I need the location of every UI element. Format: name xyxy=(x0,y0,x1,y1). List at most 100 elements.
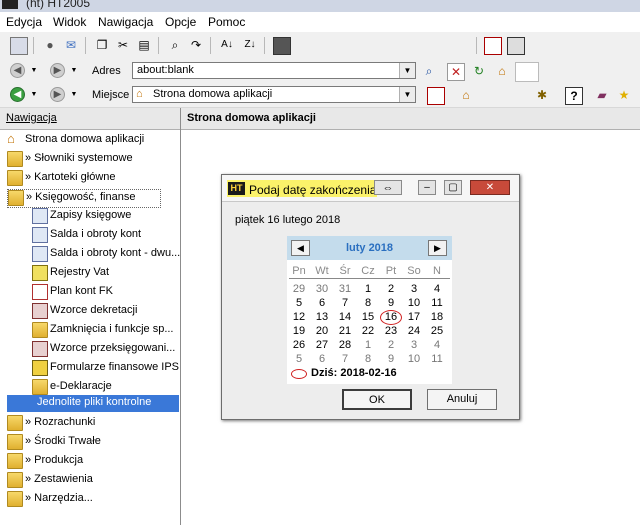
favorites-star-icon[interactable]: ★ xyxy=(616,87,632,103)
calendar-day-other-month[interactable]: 30 xyxy=(311,283,333,295)
nav-item-ksiegowosc[interactable]: » Księgowość, finanse xyxy=(7,189,161,208)
send-mail-icon[interactable]: ✉ xyxy=(63,37,79,53)
address-input[interactable]: about:blank ▼ xyxy=(132,62,416,79)
nav-back-dropdown-icon[interactable]: ▼ xyxy=(26,87,42,103)
paste-icon[interactable]: ▤ xyxy=(136,37,152,53)
find-next-icon[interactable]: ↷ xyxy=(188,37,204,53)
nav-back-icon[interactable]: ◀ xyxy=(10,87,25,102)
calendar-day[interactable]: 22 xyxy=(357,325,379,337)
back-dropdown-icon[interactable]: ▼ xyxy=(26,63,42,79)
tools-icon[interactable]: ✱ xyxy=(534,87,550,103)
menu-widok[interactable]: Widok xyxy=(53,15,86,29)
calendar-day[interactable]: 13 xyxy=(311,311,333,323)
close-icon[interactable]: ✕ xyxy=(470,180,510,195)
cut-icon[interactable]: ✂ xyxy=(115,37,131,53)
home-icon[interactable]: ⌂ xyxy=(494,63,510,79)
calendar-day[interactable]: 7 xyxy=(334,297,356,309)
calendar-day-other-month[interactable]: 3 xyxy=(403,339,425,351)
calendar-day[interactable]: 4 xyxy=(426,283,448,295)
calendar-day[interactable]: 20 xyxy=(311,325,333,337)
window-title: (ht) HT2005 xyxy=(26,0,91,10)
calendar-day[interactable]: 18 xyxy=(426,311,448,323)
calendar-day[interactable]: 6 xyxy=(311,297,333,309)
resize-icon[interactable]: ⇔ xyxy=(374,180,402,195)
tree-view-icon[interactable] xyxy=(484,37,502,55)
calendar-day-other-month[interactable]: 1 xyxy=(357,339,379,351)
minimize-icon[interactable]: – xyxy=(418,180,436,195)
maximize-icon[interactable]: ▢ xyxy=(444,180,462,195)
forward-dropdown-icon[interactable]: ▼ xyxy=(66,63,82,79)
next-month-icon[interactable]: ▶ xyxy=(428,240,447,256)
menu-edycja[interactable]: Edycja xyxy=(6,15,42,29)
weekday-header: Wt xyxy=(315,265,329,277)
calendar-day[interactable]: 2 xyxy=(380,283,402,295)
nav-item-jpk[interactable]: Jednolite pliki kontrolne xyxy=(7,395,179,412)
calendar-day[interactable]: 5 xyxy=(288,297,310,309)
menu-opcje[interactable]: Opcje xyxy=(165,15,196,29)
nav-forward-icon[interactable]: ▶ xyxy=(50,87,65,102)
calendar-day-other-month[interactable]: 29 xyxy=(288,283,310,295)
calendar-day[interactable]: 15 xyxy=(357,311,379,323)
nav-home-icon[interactable]: ⌂ xyxy=(458,87,474,103)
nav-tree-icon[interactable] xyxy=(427,87,445,105)
place-input[interactable]: ⌂ Strona domowa aplikacji ▼ xyxy=(132,86,416,103)
calendar-day-other-month[interactable]: 9 xyxy=(380,353,402,365)
calendar-day[interactable]: 12 xyxy=(288,311,310,323)
folder-icon xyxy=(7,151,23,167)
calendar-day[interactable]: 24 xyxy=(403,325,425,337)
calendar-day-other-month[interactable]: 7 xyxy=(334,353,356,365)
book-icon[interactable]: ▰ xyxy=(594,87,610,103)
menu-pomoc[interactable]: Pomoc xyxy=(208,15,245,29)
calendar-day[interactable]: 21 xyxy=(334,325,356,337)
folder-icon xyxy=(32,379,48,395)
calendar-day-other-month[interactable]: 4 xyxy=(426,339,448,351)
properties-icon[interactable] xyxy=(10,37,28,55)
calendar-day-other-month[interactable]: 11 xyxy=(426,353,448,365)
go-search-icon[interactable]: ⌕ xyxy=(421,63,437,79)
calendar-day[interactable]: 11 xyxy=(426,297,448,309)
folder-icon xyxy=(7,491,23,507)
calendar-day[interactable]: 25 xyxy=(426,325,448,337)
calendar-day[interactable]: 9 xyxy=(380,297,402,309)
calendar-day[interactable]: 3 xyxy=(403,283,425,295)
back-icon[interactable]: ◀ xyxy=(10,63,25,78)
calendar-day-other-month[interactable]: 10 xyxy=(403,353,425,365)
calendar-day[interactable]: 27 xyxy=(311,339,333,351)
sort-descending-icon[interactable]: Z↓ xyxy=(242,37,258,53)
calendar-day[interactable]: 17 xyxy=(403,311,425,323)
help-icon[interactable]: ? xyxy=(565,87,583,105)
cancel-button[interactable]: Anuluj xyxy=(427,389,497,410)
calendar-day[interactable]: 1 xyxy=(357,283,379,295)
panel-toggle-icon[interactable] xyxy=(507,37,525,55)
forward-icon[interactable]: ▶ xyxy=(50,63,65,78)
nav-forward-dropdown-icon[interactable]: ▼ xyxy=(66,87,82,103)
chat-icon[interactable]: ● xyxy=(42,37,58,53)
calendar-day[interactable]: 8 xyxy=(357,297,379,309)
calendar-day[interactable]: 26 xyxy=(288,339,310,351)
calendar-day[interactable]: 10 xyxy=(403,297,425,309)
menu-nawigacja[interactable]: Nawigacja xyxy=(98,15,153,29)
place-dropdown-icon[interactable]: ▼ xyxy=(399,87,415,102)
calendar-day-other-month[interactable]: 2 xyxy=(380,339,402,351)
find-icon[interactable]: ⌕ xyxy=(167,37,183,53)
calendar-day-other-month[interactable]: 6 xyxy=(311,353,333,365)
calendar-day[interactable]: 19 xyxy=(288,325,310,337)
stop-icon[interactable]: ✕ xyxy=(447,63,465,81)
calendar-day[interactable]: 14 xyxy=(334,311,356,323)
sort-ascending-icon[interactable]: A↓ xyxy=(219,37,235,53)
calendar-day-other-month[interactable]: 5 xyxy=(288,353,310,365)
folder-icon xyxy=(7,170,23,186)
calendar-day-other-month[interactable]: 31 xyxy=(334,283,356,295)
calendar-day[interactable]: 16 xyxy=(380,311,402,323)
dialog-title-bar[interactable]: HT Podaj datę zakończenia ⇔ – ▢ ✕ xyxy=(222,175,519,202)
calendar-day[interactable]: 23 xyxy=(380,325,402,337)
address-dropdown-icon[interactable]: ▼ xyxy=(399,63,415,78)
home-icon: ⌂ xyxy=(7,131,15,146)
print-icon[interactable] xyxy=(273,37,291,55)
refresh-icon[interactable]: ↻ xyxy=(471,63,487,79)
calendar-day-other-month[interactable]: 8 xyxy=(357,353,379,365)
ok-button[interactable]: OK xyxy=(342,389,412,410)
calendar-day[interactable]: 28 xyxy=(334,339,356,351)
calendar: ◀ luty 2018 ▶ Pn Wt Śr Cz Pt So N 29 30 31 1 2 3 4 5 6… xyxy=(287,236,452,384)
copy-icon[interactable]: ❐ xyxy=(94,37,110,53)
